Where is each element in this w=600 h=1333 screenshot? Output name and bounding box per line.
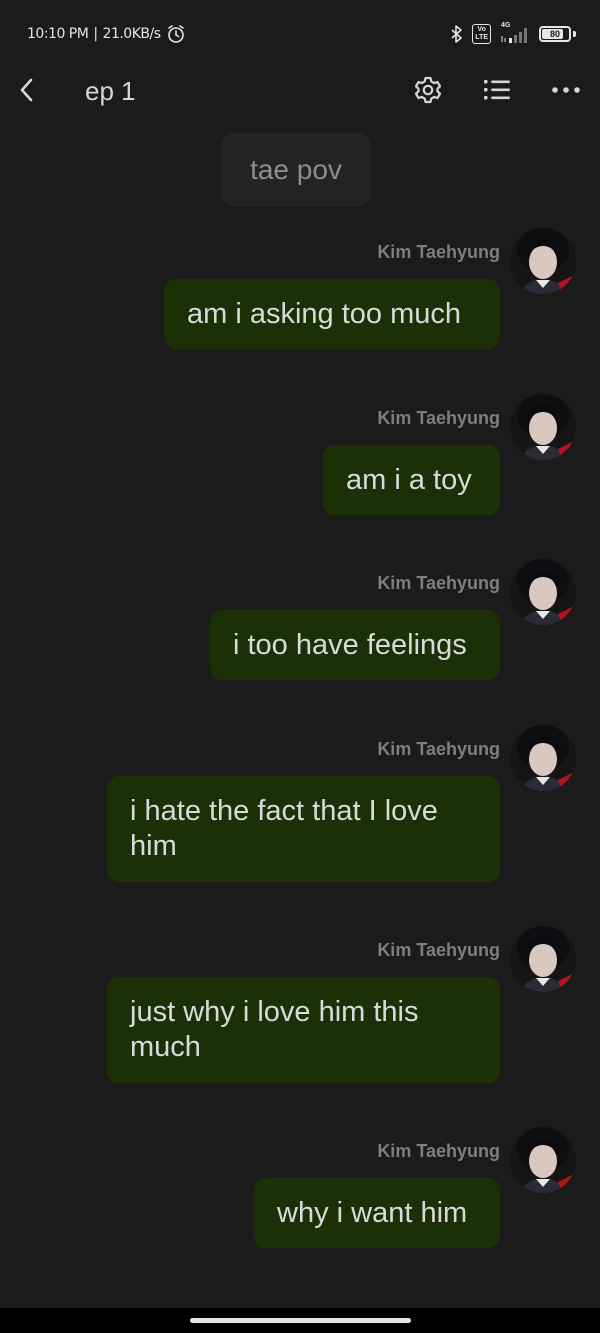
status-separator: | <box>93 26 98 42</box>
bluetooth-icon <box>451 25 463 43</box>
status-right: Vo LTE 4G 80 <box>450 22 576 44</box>
narration-message: tae pov <box>221 133 371 207</box>
system-nav-bar <box>0 1308 600 1333</box>
back-button[interactable] <box>14 75 40 105</box>
list-icon <box>484 80 510 100</box>
home-indicator[interactable] <box>190 1318 411 1323</box>
avatar-image <box>510 725 576 791</box>
status-left: 10:10 PM | 21.0KB/s <box>27 24 186 44</box>
sender-name: Kim Taehyung <box>377 1141 500 1161</box>
chevron-left-icon <box>20 78 33 102</box>
status-time: 10:10 PM <box>27 26 89 42</box>
sender-name: Kim Taehyung <box>377 408 500 428</box>
avatar-image <box>510 926 576 992</box>
avatar[interactable] <box>510 725 576 791</box>
avatar-image <box>510 559 576 625</box>
avatar[interactable] <box>510 559 576 625</box>
message-bubble: am i a toy <box>323 445 500 515</box>
page-title: ep 1 <box>85 76 136 106</box>
sender-name: Kim Taehyung <box>377 940 500 960</box>
message-bubble: am i asking too much <box>164 279 500 349</box>
avatar-image <box>510 394 576 460</box>
alarm-icon <box>167 25 184 43</box>
battery-icon: 80 <box>539 26 571 42</box>
top-bar: ep 1 <box>0 70 600 112</box>
more-horizontal-icon <box>552 87 580 93</box>
sender-name: Kim Taehyung <box>377 242 500 262</box>
sender-name: Kim Taehyung <box>377 573 500 593</box>
settings-button[interactable] <box>413 75 443 105</box>
battery-tip <box>573 31 576 37</box>
gear-icon <box>414 76 442 104</box>
sender-name: Kim Taehyung <box>377 739 500 759</box>
status-network-speed: 21.0KB/s <box>102 26 161 42</box>
more-options-button[interactable] <box>551 80 581 100</box>
message-bubble: just why i love him this much <box>107 977 500 1083</box>
avatar[interactable] <box>510 228 576 294</box>
avatar-image <box>510 1127 576 1193</box>
chapter-list-button[interactable] <box>483 77 511 103</box>
signal-icon: 4G <box>499 22 531 44</box>
volte-icon: Vo LTE <box>472 24 491 44</box>
avatar[interactable] <box>510 926 576 992</box>
status-bar: 10:10 PM | 21.0KB/s Vo LTE 4G 80 <box>0 0 600 70</box>
avatar-image <box>510 228 576 294</box>
avatar[interactable] <box>510 394 576 460</box>
message-bubble: i hate the fact that I love him <box>107 776 500 882</box>
message-bubble: why i want him <box>254 1178 500 1248</box>
message-bubble: i too have feelings <box>210 610 500 680</box>
avatar[interactable] <box>510 1127 576 1193</box>
